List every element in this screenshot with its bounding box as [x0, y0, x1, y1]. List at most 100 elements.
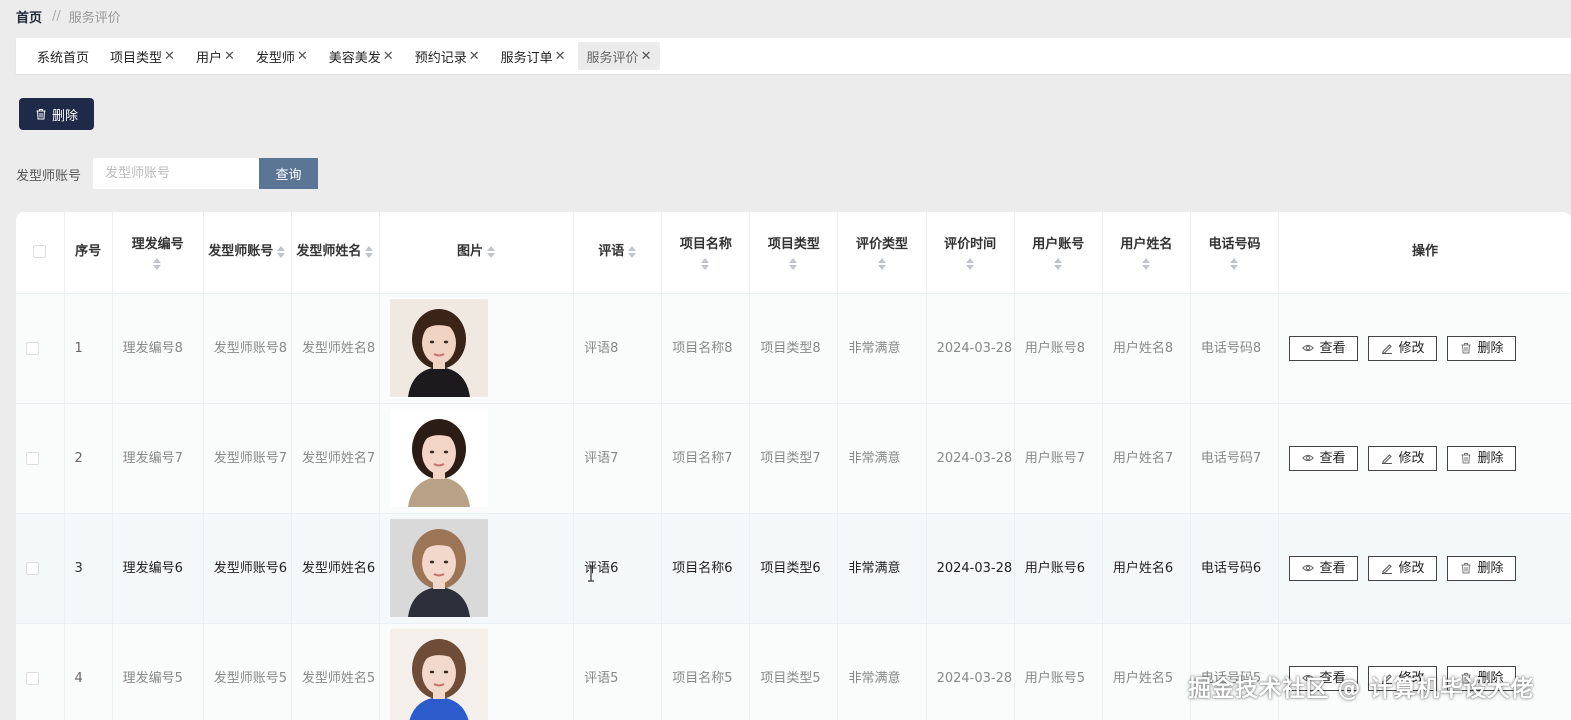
close-icon[interactable]: ✕: [469, 49, 480, 64]
trash-icon: [1461, 343, 1471, 354]
tab-project-type[interactable]: 项目类型 ✕: [101, 42, 184, 70]
stylist-name-cell: 发型师姓名8: [291, 293, 380, 404]
select-all-cell[interactable]: [16, 212, 65, 294]
tab-appointments[interactable]: 预约记录 ✕: [406, 42, 489, 70]
text-cursor-icon: [588, 565, 594, 582]
rating-time-cell: 2024-03-28: [926, 403, 1015, 514]
column-header-project-type[interactable]: 项目类型: [749, 212, 839, 294]
column-header-stylist-name[interactable]: 发型师姓名: [291, 212, 380, 294]
column-header-comment[interactable]: 评语: [573, 212, 663, 294]
project-type-cell: 项目类型6: [749, 513, 839, 624]
tab-user[interactable]: 用户 ✕: [187, 42, 244, 70]
sort-icon[interactable]: [965, 258, 975, 271]
edit-icon: [1381, 344, 1392, 354]
sort-icon[interactable]: [628, 245, 637, 258]
stylist-name-cell: 发型师姓名5: [291, 623, 380, 720]
delete-button[interactable]: 删除: [1447, 335, 1517, 361]
view-button[interactable]: 查看: [1289, 445, 1359, 471]
sort-icon[interactable]: [1053, 258, 1063, 271]
column-header-code[interactable]: 理发编号: [112, 212, 204, 294]
stylist-photo[interactable]: [389, 519, 488, 617]
delete-button[interactable]: 删除: [1447, 445, 1517, 471]
stylist-account-cell: 发型师账号6: [203, 513, 292, 624]
column-header-project-name[interactable]: 项目名称: [661, 212, 751, 294]
stylist-account-cell: 发型师账号8: [203, 293, 292, 404]
project-name-cell: 项目名称7: [661, 403, 751, 514]
image-cell: [379, 403, 575, 514]
comment-cell: 评语5: [573, 623, 663, 720]
close-icon[interactable]: ✕: [297, 49, 308, 64]
column-header-user-account[interactable]: 用户账号: [1014, 212, 1103, 294]
search-button[interactable]: 查询: [259, 158, 318, 189]
close-icon[interactable]: ✕: [164, 49, 175, 64]
breadcrumb-home[interactable]: 首页: [16, 7, 42, 26]
index-cell: 1: [64, 293, 113, 404]
stylist-photo[interactable]: [389, 299, 488, 397]
stylist-account-search-input[interactable]: [93, 158, 259, 189]
close-icon[interactable]: ✕: [641, 49, 652, 64]
breadcrumb: 首页 // 服务评价: [16, 7, 121, 26]
delete-button[interactable]: 删除: [1447, 555, 1517, 581]
column-header-stylist-account[interactable]: 发型师账号: [203, 212, 292, 294]
sort-icon[interactable]: [1141, 258, 1151, 271]
sort-icon[interactable]: [277, 245, 286, 258]
column-header-image[interactable]: 图片: [379, 212, 575, 294]
sort-icon[interactable]: [487, 245, 496, 258]
tab-stylist[interactable]: 发型师 ✕: [247, 42, 317, 70]
close-icon[interactable]: ✕: [224, 49, 235, 64]
select-all-checkbox[interactable]: [33, 245, 47, 259]
close-icon[interactable]: ✕: [383, 49, 394, 64]
row-select-cell[interactable]: [16, 513, 65, 624]
edit-button[interactable]: 修改: [1368, 555, 1438, 581]
table-row[interactable]: 3 理发编号6 发型师账号6 发型师姓名6 评语6 项目名称6 项目类型6 非常满意 2024-…: [16, 513, 1571, 624]
column-header-user-name[interactable]: 用户姓名: [1102, 212, 1191, 294]
index-cell: 3: [64, 513, 113, 624]
edit-icon: [1381, 564, 1392, 574]
eye-icon: [1301, 564, 1314, 572]
row-select-cell[interactable]: [16, 293, 65, 404]
tab-service-reviews[interactable]: 服务评价 ✕: [577, 42, 661, 70]
index-cell: 2: [64, 403, 113, 514]
table-row[interactable]: 2 理发编号7 发型师账号7 发型师姓名7 评语7 项目名称7 项目类型7 非常满意 2024-…: [16, 403, 1571, 514]
user-name-cell: 用户姓名6: [1102, 513, 1191, 624]
tab-service-orders[interactable]: 服务订单 ✕: [492, 42, 575, 70]
row-checkbox[interactable]: [26, 561, 39, 575]
view-button[interactable]: 查看: [1289, 555, 1359, 581]
column-header-phone[interactable]: 电话号码: [1190, 212, 1280, 294]
sort-icon[interactable]: [789, 258, 798, 271]
row-checkbox[interactable]: [26, 671, 39, 685]
comment-cell: 评语8: [573, 293, 663, 404]
edit-button[interactable]: 修改: [1368, 445, 1438, 471]
row-select-cell[interactable]: [16, 403, 65, 514]
project-name-cell: 项目名称8: [661, 293, 751, 404]
column-header-index: 序号: [64, 212, 113, 294]
trash-icon: [1461, 563, 1471, 574]
tab-home[interactable]: 系统首页: [28, 42, 98, 70]
index-cell: 4: [64, 623, 113, 720]
project-name-cell: 项目名称5: [661, 623, 751, 720]
user-name-cell: 用户姓名7: [1102, 403, 1191, 514]
sort-icon[interactable]: [1229, 258, 1239, 271]
stylist-photo[interactable]: [389, 629, 488, 720]
sort-icon[interactable]: [701, 258, 710, 271]
sort-icon[interactable]: [153, 258, 162, 271]
row-checkbox[interactable]: [26, 341, 39, 355]
row-checkbox[interactable]: [26, 451, 39, 465]
view-button[interactable]: 查看: [1289, 335, 1359, 361]
edit-button[interactable]: 修改: [1368, 335, 1438, 361]
table-row[interactable]: 1 理发编号8 发型师账号8 发型师姓名8 评语8 项目名称8 项目类型8 非常满意 2024-…: [16, 293, 1571, 404]
stylist-photo[interactable]: [389, 409, 488, 507]
watermark: 掘金技术社区 @ 计算机毕设大佬: [1188, 676, 1535, 702]
sort-icon[interactable]: [365, 245, 374, 258]
rating-time-cell: 2024-03-28: [926, 623, 1015, 720]
batch-delete-button[interactable]: 删除: [19, 98, 94, 130]
table-header-row: 序号 理发编号 发型师账号 发型师姓名 图片 评语 项目名称 项目类型 评价类型…: [16, 212, 1571, 294]
code-cell: 理发编号6: [112, 513, 204, 624]
tab-beauty[interactable]: 美容美发 ✕: [320, 42, 403, 70]
row-select-cell[interactable]: [16, 623, 65, 720]
phone-cell: 电话号码8: [1190, 293, 1280, 404]
column-header-rating-time[interactable]: 评价时间: [926, 212, 1015, 294]
close-icon[interactable]: ✕: [555, 49, 566, 64]
column-header-rating-type[interactable]: 评价类型: [837, 212, 927, 294]
sort-icon[interactable]: [877, 258, 887, 271]
